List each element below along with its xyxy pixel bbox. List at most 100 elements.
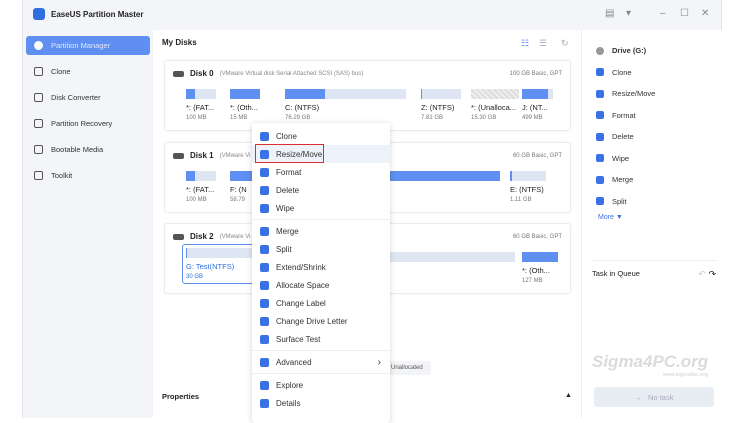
collapse-icon[interactable]: ▲ [565, 392, 572, 399]
refresh-icon[interactable]: ↻ [561, 38, 569, 49]
partition-usage-bar [421, 89, 461, 99]
disk-header: Disk 1 (VMware Vi [173, 151, 250, 160]
partition-size: 499 MB [522, 115, 543, 121]
allocate-space-icon [260, 280, 269, 290]
menu-icon[interactable]: ▾ [626, 8, 631, 19]
sidebar-item-partition-recovery[interactable]: Partition Recovery [26, 114, 150, 133]
sidebar-item-disk-converter[interactable]: Disk Converter [26, 88, 150, 107]
partition-usage-bar [510, 171, 546, 181]
partition[interactable]: C: (NTFS) 76.29 GB [285, 89, 406, 121]
menu-item-advanced[interactable]: Advanced › [252, 353, 390, 371]
feedback-icon[interactable]: ▤ [605, 8, 614, 19]
partition[interactable]: *: (Oth... 127 MB [522, 252, 558, 284]
partition[interactable]: *: (FAT... 100 MB [186, 89, 216, 121]
menu-item-label: Delete [276, 185, 300, 195]
partition-name: *: (Oth... [522, 266, 550, 275]
drive-icon [596, 46, 604, 55]
disk-desc: (VMware Virtual disk Serial Attached SCS… [219, 70, 364, 77]
menu-item-change-drive-letter[interactable]: Change Drive Letter [252, 312, 390, 330]
action-resize-move[interactable]: Resize/Move [582, 83, 722, 105]
media-icon [34, 145, 43, 154]
sidebar-item-label: Partition Recovery [51, 119, 113, 128]
no-task-button[interactable]: → No task [594, 387, 714, 407]
title-bar: EaseUS Partition Master [33, 8, 143, 20]
more-button[interactable]: More ▼ [582, 214, 722, 221]
close-button[interactable]: ✕ [701, 8, 709, 19]
split-icon [260, 244, 269, 254]
sidebar-item-partition-manager[interactable]: Partition Manager [26, 36, 150, 55]
menu-item-split[interactable]: Split [252, 240, 390, 258]
clone-icon [596, 68, 604, 77]
menu-item-label: Format [276, 167, 302, 177]
action-clone[interactable]: Clone [582, 62, 722, 84]
menu-item-label: Change Label [276, 298, 326, 308]
list-view-icon[interactable]: ☰ [539, 38, 547, 49]
sidebar-item-toolkit[interactable]: Toolkit [26, 166, 150, 185]
partition-size: 1.11 GB [510, 197, 532, 203]
grid-view-icon[interactable]: ☷ [521, 38, 529, 49]
disk-icon [173, 70, 184, 77]
menu-item-merge[interactable]: Merge [252, 222, 390, 240]
format-icon [260, 167, 269, 177]
task-queue-label: Task in Queue [592, 269, 640, 278]
sidebar-item-bootable-media[interactable]: Bootable Media [26, 140, 150, 159]
details-icon [260, 398, 269, 408]
sidebar-item-label: Disk Converter [51, 93, 101, 102]
menu-item-label: Wipe [276, 203, 295, 213]
partition[interactable]: *: (Unalloca... 15.30 GB [471, 89, 519, 121]
menu-item-explore[interactable]: Explore [252, 376, 390, 394]
menu-item-format[interactable]: Format [252, 163, 390, 181]
partition-size: 100 MB [186, 197, 207, 203]
menu-item-label: Explore [276, 380, 304, 390]
sidebar-item-label: Bootable Media [51, 145, 104, 154]
menu-item-surface-test[interactable]: Surface Test [252, 330, 390, 348]
explore-icon [260, 380, 269, 390]
partition-size: 76.29 GB [285, 115, 311, 121]
partition[interactable]: J: (NT... 499 MB [522, 89, 553, 121]
partition-name: *: (Unalloca... [471, 103, 517, 112]
partition-name: J: (NT... [522, 103, 548, 112]
menu-item-label: Allocate Space [276, 280, 330, 290]
partition[interactable]: Z: (NTFS) 7.81 GB [421, 89, 461, 121]
menu-item-clone[interactable]: Clone [252, 127, 390, 145]
partition[interactable]: *: (FAT... 100 MB [186, 171, 216, 203]
action-split[interactable]: Split [582, 191, 722, 213]
chevron-right-icon: › [377, 356, 381, 368]
partition-size: 100 MB [186, 115, 207, 121]
disk-size: 60 GB Basic, GPT [512, 234, 562, 240]
action-delete[interactable]: Delete [582, 126, 722, 148]
partition-name: Z: (NTFS) [421, 103, 455, 112]
undo-redo-icon[interactable]: ↶ ↷ [698, 269, 716, 280]
minimize-button[interactable]: – [660, 8, 666, 19]
disk-icon [173, 233, 184, 240]
properties-header[interactable]: Properties [162, 392, 199, 401]
delete-icon [260, 185, 269, 195]
legend-unallocated: Unallocated [383, 361, 431, 375]
partition-usage-bar [285, 89, 406, 99]
maximize-button[interactable]: ☐ [680, 8, 689, 19]
action-label: Clone [612, 67, 632, 77]
menu-item-delete[interactable]: Delete [252, 181, 390, 199]
action-label: Merge [612, 175, 634, 185]
partition[interactable]: *: (Oth... 15 MB [230, 89, 260, 121]
partition-usage-bar [186, 89, 216, 99]
menu-item-label: Extend/Shrink [276, 262, 326, 272]
sidebar-item-clone[interactable]: Clone [26, 62, 150, 81]
menu-item-change-label[interactable]: Change Label [252, 294, 390, 312]
action-format[interactable]: Format [582, 105, 722, 127]
menu-divider [252, 219, 390, 220]
partition-name: E: (NTFS) [510, 185, 544, 194]
partition[interactable]: E: (NTFS) 1.11 GB [510, 171, 546, 203]
disk-card[interactable]: Disk 0 (VMware Virtual disk Serial Attach… [164, 60, 571, 131]
merge-icon [596, 175, 604, 184]
menu-item-extend-shrink[interactable]: Extend/Shrink [252, 258, 390, 276]
change-label-icon [260, 298, 269, 308]
delete-icon [596, 132, 604, 141]
action-wipe[interactable]: Wipe [582, 148, 722, 170]
menu-item-resize-move[interactable]: Resize/Move [252, 144, 390, 163]
partition-name: C: (NTFS) [285, 103, 320, 112]
menu-item-wipe[interactable]: Wipe [252, 199, 390, 217]
menu-item-details[interactable]: Details [252, 394, 390, 412]
action-merge[interactable]: Merge [582, 169, 722, 191]
menu-item-allocate-space[interactable]: Allocate Space [252, 276, 390, 294]
